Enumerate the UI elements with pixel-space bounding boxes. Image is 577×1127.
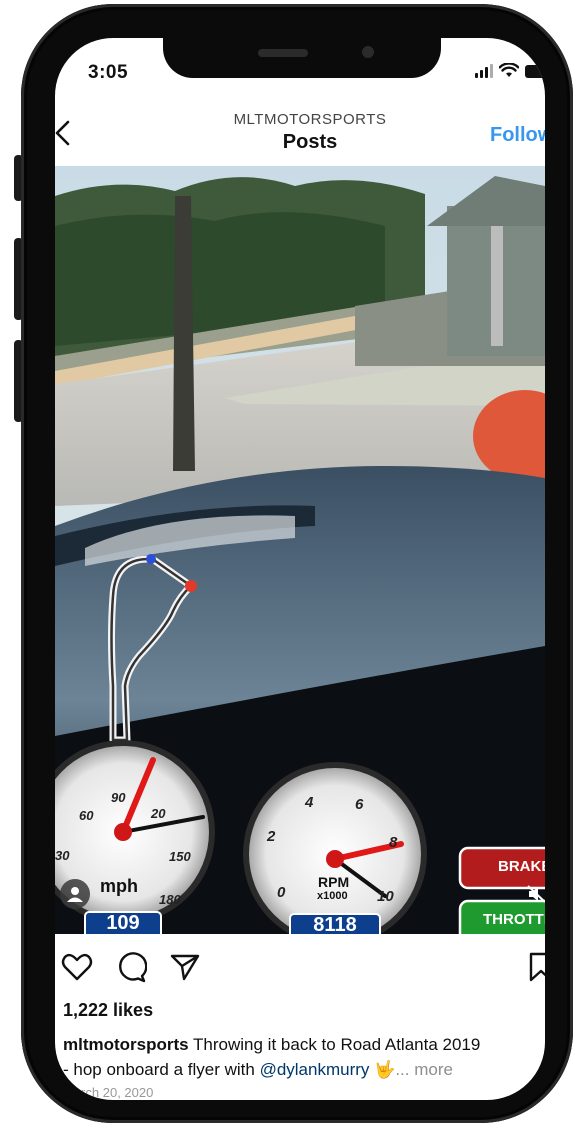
rpm-tick-2: 2 bbox=[267, 828, 276, 845]
post-caption: mltmotorsports Throwing it back to Road … bbox=[63, 1032, 545, 1082]
speed-tick-180: 180 bbox=[159, 892, 181, 907]
rpm-readout: 8118 bbox=[313, 914, 357, 934]
post-actions bbox=[61, 951, 545, 983]
battery-icon bbox=[525, 65, 545, 78]
phone-screen: 3:05 MLTMOTORSPORTS Posts Follow bbox=[55, 38, 545, 1100]
throttle-indicator: THROTTLE bbox=[483, 911, 545, 928]
rpm-sublabel: x1000 bbox=[317, 890, 348, 902]
caption-username[interactable]: mltmotorsports bbox=[63, 1035, 189, 1054]
speed-tick-60: 60 bbox=[79, 808, 94, 823]
hand-emoji: 🤟 bbox=[374, 1060, 396, 1079]
post-video[interactable]: 60 90 20 30 150 180 mph 109 2 4 6 8 0 10… bbox=[55, 166, 545, 934]
page-title: Posts bbox=[282, 131, 338, 153]
comment-icon[interactable] bbox=[115, 951, 148, 983]
speed-tick-90: 90 bbox=[111, 790, 126, 805]
notch bbox=[163, 38, 441, 78]
caption-line-2: - hop onboard a flyer with bbox=[63, 1060, 260, 1079]
speed-unit: mph bbox=[100, 876, 138, 896]
more-link[interactable]: ... more bbox=[395, 1060, 453, 1079]
rpm-label: RPM bbox=[318, 874, 350, 890]
status-time: 3:05 bbox=[88, 62, 129, 83]
wifi-icon bbox=[499, 63, 519, 78]
signal-icon bbox=[475, 64, 493, 78]
speed-tick-120: 20 bbox=[151, 806, 166, 821]
share-icon[interactable] bbox=[169, 951, 201, 983]
like-count[interactable]: 1,222 likes bbox=[63, 1000, 153, 1021]
mute-icon[interactable] bbox=[525, 882, 545, 906]
bookmark-icon[interactable] bbox=[525, 951, 545, 983]
rpm-tick-4: 4 bbox=[305, 794, 314, 811]
brake-indicator: BRAKE bbox=[498, 858, 545, 875]
rpm-tick-6: 6 bbox=[355, 796, 364, 813]
mention-link[interactable]: @dylankmurry bbox=[260, 1060, 370, 1079]
follow-button[interactable]: Follow bbox=[490, 124, 545, 147]
speaker-grille bbox=[258, 49, 308, 57]
status-icons bbox=[475, 63, 545, 78]
person-icon[interactable] bbox=[63, 882, 87, 906]
rpm-tick-10: 10 bbox=[377, 888, 394, 905]
account-name: MLTMOTORSPORTS bbox=[233, 111, 387, 128]
speed-readout: 109 bbox=[106, 912, 140, 934]
speed-tick-30: 30 bbox=[55, 848, 70, 863]
heart-icon[interactable] bbox=[61, 951, 93, 983]
rpm-tick-0: 0 bbox=[277, 884, 286, 901]
front-camera bbox=[362, 46, 374, 58]
rpm-tick-8: 8 bbox=[389, 834, 398, 851]
caption-text: Throwing it back to Road Atlanta 2019 bbox=[188, 1035, 481, 1054]
speed-tick-150: 150 bbox=[169, 849, 191, 864]
post-date: March 20, 2020 bbox=[63, 1085, 154, 1100]
